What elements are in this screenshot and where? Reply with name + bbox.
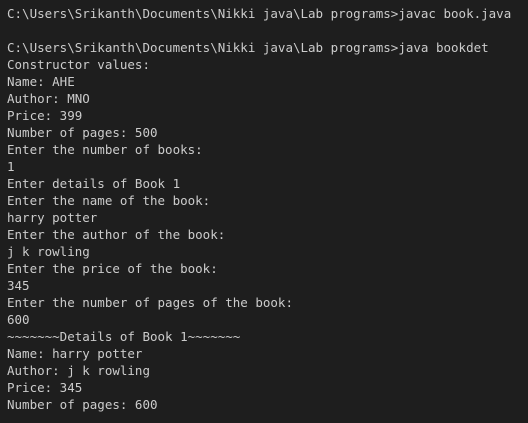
output-line: Enter details of Book 1 <box>7 176 181 191</box>
output-line: Name: harry potter <box>7 346 143 361</box>
prompt-line: Enter the price of the book: <box>7 261 218 276</box>
user-input-line: 600 <box>7 312 30 327</box>
prompt-line: Enter the name of the book: <box>7 193 211 208</box>
user-input-line: 1 <box>7 159 15 174</box>
details-header-line: ~~~~~~~Details of Book 1~~~~~~~ <box>7 329 241 344</box>
output-line: Author: j k rowling <box>7 363 150 378</box>
run-command-line: C:\Users\Srikanth\Documents\Nikki java\L… <box>7 40 489 55</box>
output-line: Author: MNO <box>7 91 90 106</box>
output-line: Constructor values: <box>7 57 150 72</box>
user-input-line: harry potter <box>7 210 98 225</box>
user-input-line: 345 <box>7 278 30 293</box>
compile-command-line: C:\Users\Srikanth\Documents\Nikki java\L… <box>7 6 512 21</box>
user-input-line: j k rowling <box>7 244 90 259</box>
output-line: Number of pages: 600 <box>7 397 158 412</box>
prompt-line: Enter the number of pages of the book: <box>7 295 293 310</box>
output-line: Number of pages: 500 <box>7 125 158 140</box>
output-line: Name: AHE <box>7 74 75 89</box>
output-line: Price: 345 <box>7 380 83 395</box>
prompt-line: Enter the number of books: <box>7 142 203 157</box>
prompt-line: Enter the author of the book: <box>7 227 226 242</box>
terminal-window[interactable]: C:\Users\Srikanth\Documents\Nikki java\L… <box>0 0 528 423</box>
output-line: Price: 399 <box>7 108 83 123</box>
